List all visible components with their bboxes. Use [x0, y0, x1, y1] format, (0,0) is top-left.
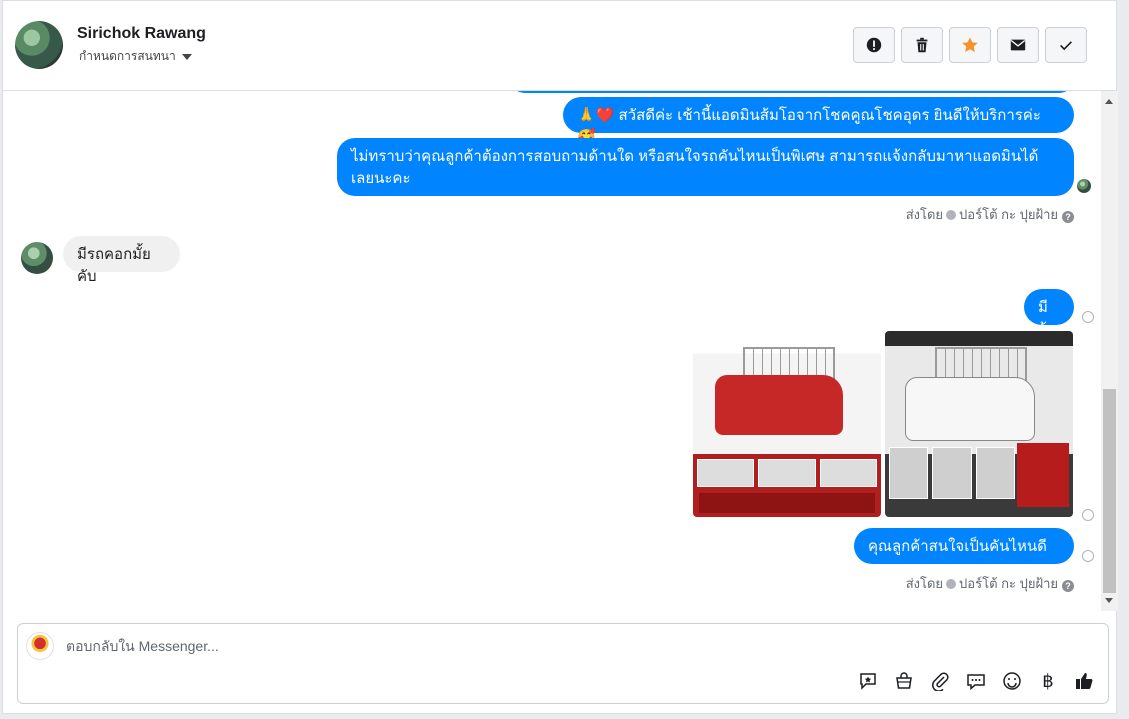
delivered-check-icon [1082, 311, 1094, 323]
scroll-thumb[interactable] [1103, 389, 1116, 593]
emoji-button[interactable] [1000, 669, 1024, 693]
attach-icon [932, 672, 949, 691]
reply-input[interactable] [66, 638, 966, 654]
help-icon[interactable]: ? [1062, 580, 1074, 592]
sent-by-info: ส่งโดย ปอร์โต้ กะ ปุยฝ้าย? [906, 573, 1074, 594]
truck-photo-red[interactable] [693, 331, 881, 517]
shop-button[interactable] [892, 669, 916, 693]
emoji-icon [1003, 672, 1021, 690]
attach-button[interactable] [928, 669, 952, 693]
scroll-up-arrow[interactable] [1105, 99, 1113, 104]
sent-by-label: ส่งโดย [905, 207, 944, 222]
contact-name[interactable]: Sirichok Rawang [77, 25, 206, 43]
photo-thumbnails [889, 447, 1015, 499]
composer-tools: ฿ [856, 669, 1096, 693]
mark-done-button[interactable] [1045, 27, 1087, 63]
mark-unread-button[interactable] [997, 27, 1039, 63]
message-bubble-question[interactable]: ไม่ทราบว่าคุณลูกค้าต้องการสอบถามด้านใด ห… [337, 138, 1074, 196]
thread-scrollbar[interactable] [1101, 91, 1118, 611]
red-pickup [715, 375, 843, 435]
truck-photo-white[interactable] [885, 331, 1073, 517]
mark-spam-button[interactable] [853, 27, 895, 63]
chat-icon [967, 674, 985, 691]
contact-avatar[interactable] [15, 21, 63, 69]
message-text-line1: ไม่ทราบว่าคุณลูกค้าต้องการสอบถามด้านใด ห… [351, 148, 1039, 165]
trash-icon [916, 37, 928, 53]
sent-by-label: ส่งโดย [905, 576, 944, 591]
delete-button[interactable] [901, 27, 943, 63]
caret-down-icon [181, 53, 192, 60]
verified-icon [946, 210, 957, 220]
saved-reply-button[interactable] [856, 669, 880, 693]
photo-thumbnails [697, 459, 877, 487]
quick-reply-button[interactable] [964, 669, 988, 693]
check-icon [1060, 41, 1072, 51]
sender-avatar[interactable] [21, 242, 53, 274]
like-button[interactable] [1072, 669, 1096, 693]
delivered-check-icon [1082, 509, 1094, 521]
payment-button[interactable]: ฿ [1036, 669, 1060, 693]
message-bubble-followup[interactable]: คุณลูกค้าสนใจเป็นคันไหนดีคะ [854, 528, 1074, 577]
promo-box [1017, 443, 1069, 507]
message-composer: ฿ [17, 623, 1109, 704]
saved-reply-icon [860, 673, 876, 690]
seen-avatar [1077, 179, 1091, 193]
conversation-panel: Sirichok Rawang กำหนดการสนทนา 🙏❤️ สวัสดี… [2, 0, 1118, 714]
scroll-down-arrow[interactable] [1105, 598, 1113, 603]
conversation-schedule-label: กำหนดการสนทนา [79, 49, 176, 63]
mail-icon [1010, 39, 1026, 51]
agent-name[interactable]: ปอร์โต้ กะ ปุยฝ้าย [959, 576, 1058, 591]
conversation-schedule-dropdown[interactable]: กำหนดการสนทนา [79, 47, 192, 66]
delivered-check-icon [1082, 550, 1094, 562]
conversation-header: Sirichok Rawang กำหนดการสนทนา [3, 1, 1116, 91]
message-text-line2: เลยนะคะ [351, 170, 411, 187]
message-bubble-partial [509, 91, 1075, 93]
message-thread[interactable]: 🙏❤️ สวัสดีค่ะ เช้านี้แอดมินส้มโอจากโชคคู… [3, 91, 1101, 611]
message-text: มีรถคอกมั้ยคับ [77, 246, 151, 285]
baht-icon: ฿ [1042, 670, 1054, 691]
message-text: คุณลูกค้าสนใจเป็นคันไหนดีคะ [868, 538, 1047, 577]
verified-icon [946, 579, 957, 589]
star-icon [962, 37, 978, 53]
help-icon[interactable]: ? [1062, 211, 1074, 223]
like-icon [1076, 673, 1093, 689]
message-bubble-greeting[interactable]: 🙏❤️ สวัสดีค่ะ เช้านี้แอดมินส้มโอจากโชคคู… [563, 97, 1074, 146]
header-actions [853, 27, 1087, 63]
message-bubble-reply-yes[interactable]: มีจ้า [1024, 289, 1074, 338]
message-bubble-incoming[interactable]: มีรถคอกมั้ยคับ [63, 236, 180, 285]
alert-icon [866, 37, 882, 53]
star-button[interactable] [949, 27, 991, 63]
promo-strip [699, 493, 875, 513]
agent-name[interactable]: ปอร์โต้ กะ ปุยฝ้าย [959, 207, 1058, 222]
white-pickup [905, 377, 1035, 441]
shop-icon [896, 672, 912, 689]
page-avatar [26, 632, 54, 660]
sent-by-info: ส่งโดย ปอร์โต้ กะ ปุยฝ้าย? [906, 204, 1074, 225]
